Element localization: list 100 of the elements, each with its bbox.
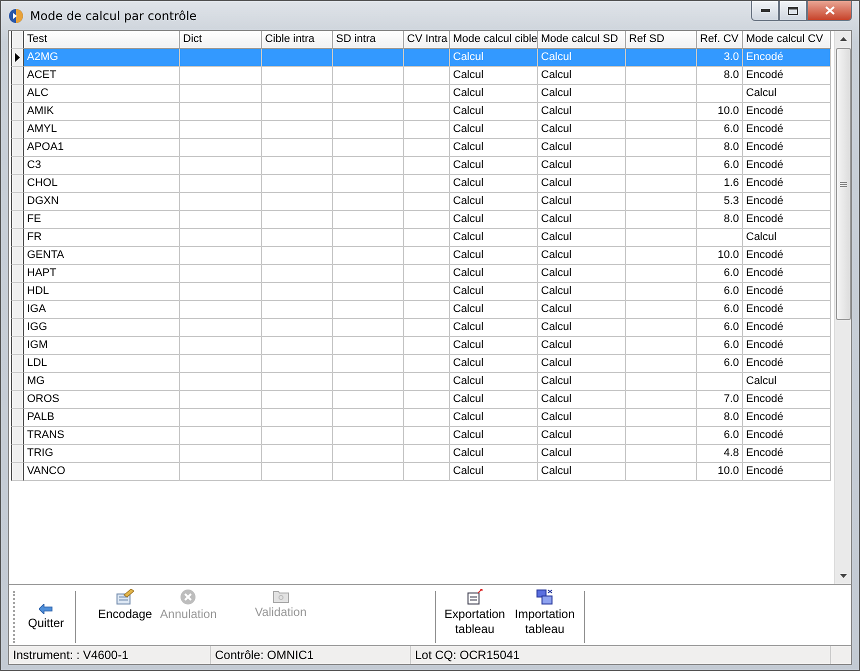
status-text: Lot CQ: OCR15041 (411, 646, 831, 664)
table-cell (333, 85, 404, 103)
vertical-scrollbar[interactable] (834, 31, 851, 584)
table-cell (404, 409, 450, 427)
table-cell (262, 247, 333, 265)
row-header[interactable] (11, 355, 24, 373)
table-cell (404, 337, 450, 355)
table-cell: 5.3 (697, 193, 743, 211)
table-cell: TRIG (24, 445, 180, 463)
table-cell: HDL (24, 283, 180, 301)
table-cell: Encodé (743, 193, 831, 211)
table-cell: Calcul (538, 319, 626, 337)
row-header[interactable] (11, 175, 24, 193)
table-cell: 10.0 (697, 103, 743, 121)
table-cell: A2MG (24, 49, 180, 67)
row-header[interactable] (11, 139, 24, 157)
table-cell (626, 283, 697, 301)
row-header[interactable] (11, 67, 24, 85)
row-header[interactable] (11, 283, 24, 301)
table-cell: Encodé (743, 211, 831, 229)
column-header[interactable]: CV Intra (404, 31, 450, 49)
table-cell: Calcul (538, 193, 626, 211)
row-header[interactable] (11, 85, 24, 103)
table-cell (626, 49, 697, 67)
table-cell: ACET (24, 67, 180, 85)
column-header[interactable]: Test (24, 31, 180, 49)
table-cell (626, 67, 697, 85)
table-cell (262, 85, 333, 103)
table-cell: 10.0 (697, 247, 743, 265)
row-header[interactable] (11, 337, 24, 355)
table-cell (333, 265, 404, 283)
row-header[interactable] (11, 409, 24, 427)
table-cell (262, 445, 333, 463)
toolbar-button[interactable]: Quitter (21, 589, 71, 645)
table-cell (404, 193, 450, 211)
table-cell: Calcul (450, 85, 538, 103)
table-cell: Encodé (743, 409, 831, 427)
table-cell: Calcul (450, 355, 538, 373)
table-cell: IGM (24, 337, 180, 355)
toolbar-button[interactable]: Encodage (94, 589, 156, 645)
table-cell: MG (24, 373, 180, 391)
table-cell: Calcul (538, 265, 626, 283)
close-button[interactable] (807, 1, 852, 21)
table-cell: ALC (24, 85, 180, 103)
table-cell: Calcul (538, 85, 626, 103)
row-header[interactable] (11, 445, 24, 463)
table-cell (333, 229, 404, 247)
row-header[interactable] (11, 229, 24, 247)
row-header[interactable] (11, 301, 24, 319)
row-header[interactable] (11, 247, 24, 265)
column-header[interactable]: Dict (180, 31, 262, 49)
table-cell (333, 373, 404, 391)
column-header[interactable]: Mode calcul CV (743, 31, 831, 49)
column-header[interactable]: SD intra (333, 31, 404, 49)
column-header[interactable]: Mode calcul cible (450, 31, 538, 49)
column-header[interactable]: Cible intra (262, 31, 333, 49)
row-header[interactable] (11, 103, 24, 121)
row-header[interactable] (11, 319, 24, 337)
table-cell: Calcul (450, 373, 538, 391)
column-header[interactable]: Mode calcul SD (538, 31, 626, 49)
table-cell: Calcul (538, 427, 626, 445)
minimize-button[interactable] (751, 1, 779, 21)
toolbar-button[interactable]: Exportation tableau (440, 589, 510, 645)
current-row-icon (15, 53, 20, 62)
table-cell: Encodé (743, 463, 831, 481)
folder-icon (272, 589, 289, 603)
table-cell (262, 337, 333, 355)
table-cell: Calcul (450, 301, 538, 319)
row-header[interactable] (11, 193, 24, 211)
table-cell: Encodé (743, 283, 831, 301)
table-cell: Encodé (743, 355, 831, 373)
back-arrow-icon (39, 604, 53, 614)
row-header[interactable] (11, 157, 24, 175)
scrollbar-thumb[interactable] (836, 48, 850, 320)
table-cell (626, 193, 697, 211)
table-cell (262, 373, 333, 391)
row-header[interactable] (11, 121, 24, 139)
row-header[interactable] (11, 373, 24, 391)
column-header[interactable]: Ref. CV (697, 31, 743, 49)
row-header[interactable] (11, 463, 24, 481)
row-header[interactable] (11, 211, 24, 229)
table-cell (333, 391, 404, 409)
table-cell: Calcul (743, 373, 831, 391)
table-cell (626, 373, 697, 391)
app-icon (8, 8, 24, 24)
maximize-button[interactable] (779, 1, 807, 21)
table-cell (404, 355, 450, 373)
table-cell (404, 463, 450, 481)
header-corner (11, 31, 24, 49)
row-header[interactable] (11, 391, 24, 409)
window-title: Mode de calcul par contrôle (30, 8, 198, 22)
column-header[interactable]: Ref SD (626, 31, 697, 49)
edit-form-icon (116, 589, 134, 605)
row-header[interactable] (11, 49, 24, 67)
table-cell (262, 139, 333, 157)
toolbar-button[interactable]: Importation tableau (510, 589, 580, 645)
row-header[interactable] (11, 427, 24, 445)
row-header[interactable] (11, 265, 24, 283)
table-cell: Calcul (538, 175, 626, 193)
table-cell: Calcul (450, 445, 538, 463)
